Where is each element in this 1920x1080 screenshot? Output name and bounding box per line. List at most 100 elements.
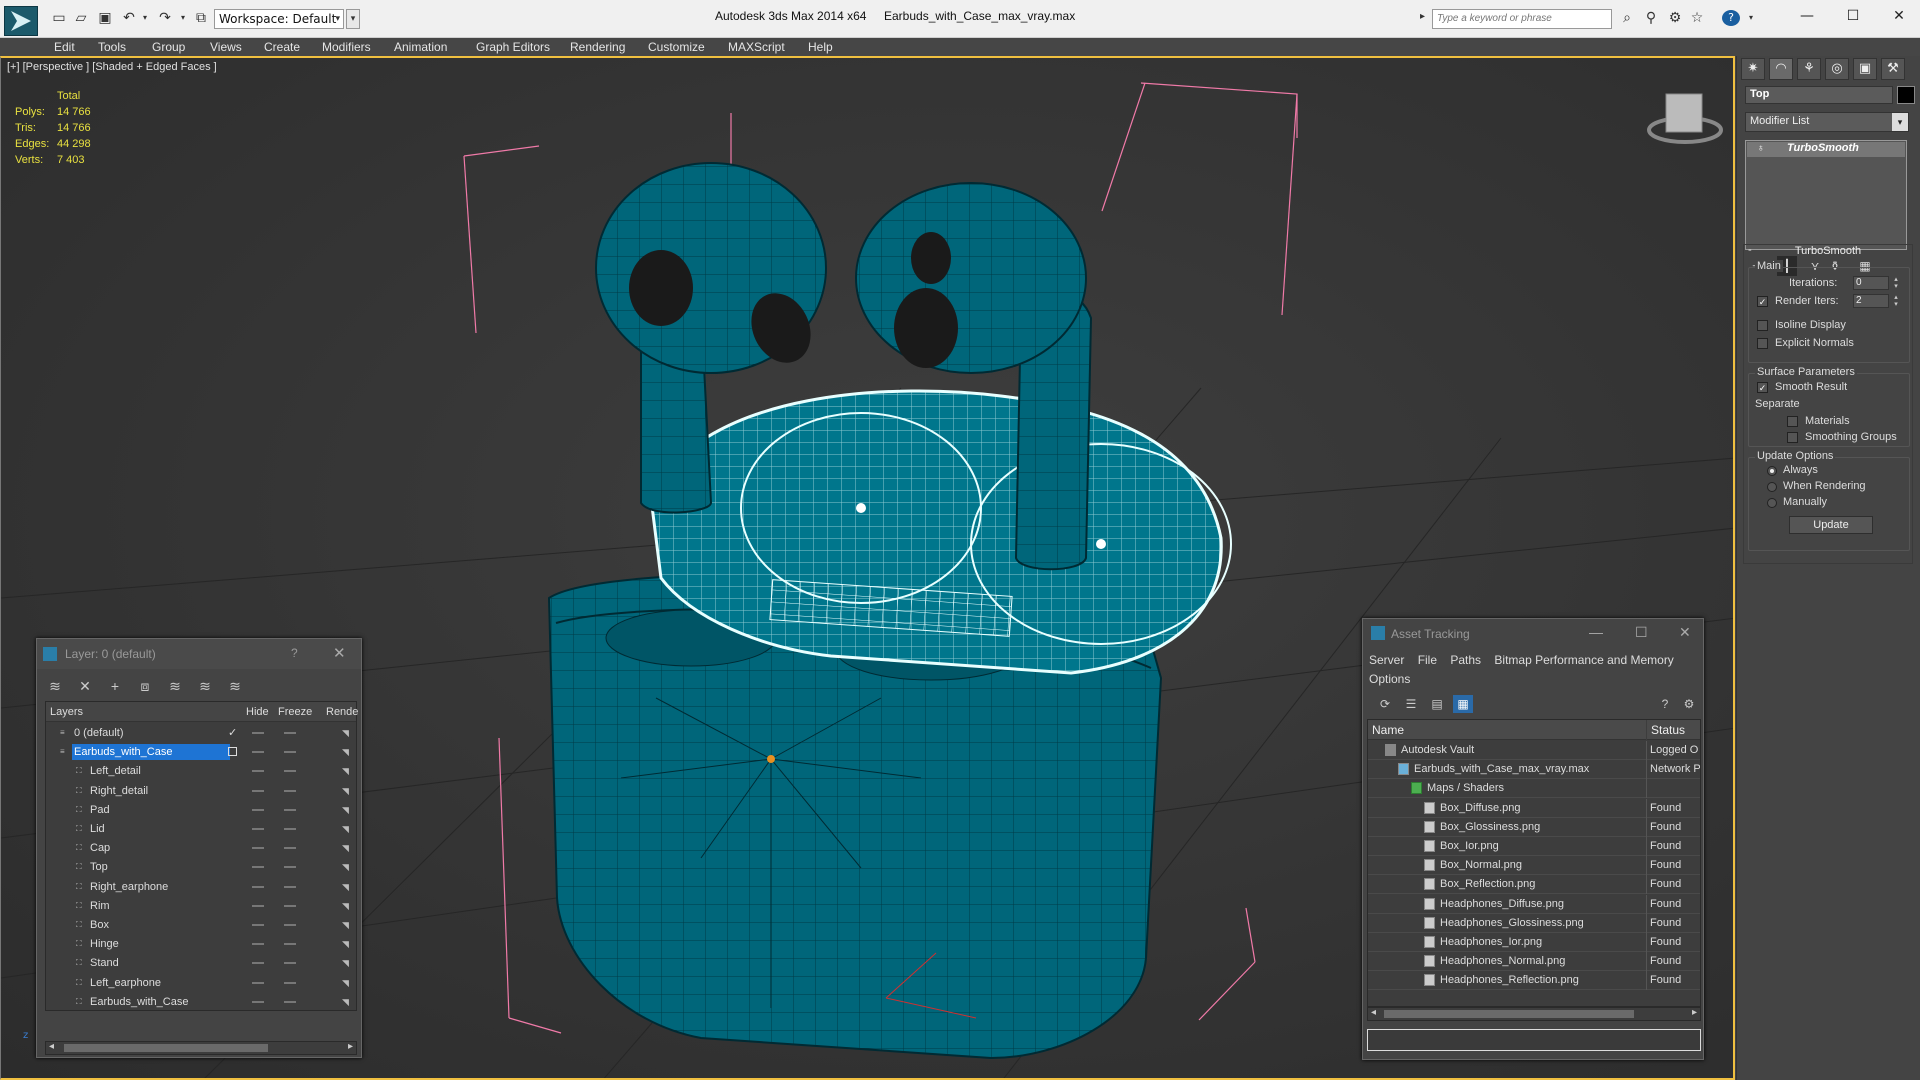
add-to-layer-icon[interactable]: + — [105, 677, 125, 695]
menu-customize[interactable]: Customize — [648, 40, 705, 54]
hide-all-layers-icon[interactable]: ≋ — [195, 677, 215, 695]
col-render[interactable]: Rende — [326, 706, 358, 718]
hide-toggle[interactable] — [252, 885, 264, 888]
layer-name[interactable]: Pad — [88, 802, 112, 818]
menu-graph-editors[interactable]: Graph Editors — [476, 40, 550, 54]
modify-icon[interactable]: ◠ — [1769, 58, 1793, 80]
modifier-list-dropdown[interactable]: Modifier List ▾ — [1745, 112, 1909, 132]
scroll-left-icon[interactable]: ◂ — [49, 1041, 54, 1052]
freeze-toggle[interactable] — [284, 808, 296, 811]
render-toggle-icon[interactable]: ◥ — [342, 882, 349, 893]
delete-layer-icon[interactable]: ✕ — [75, 677, 95, 695]
hide-toggle[interactable] — [252, 981, 264, 984]
always-radio[interactable] — [1767, 466, 1777, 476]
close-button[interactable]: ✕ — [1876, 4, 1920, 28]
freeze-toggle[interactable] — [284, 847, 296, 850]
asset-row[interactable]: Box_Diffuse.png Found — [1368, 798, 1700, 818]
save-icon[interactable]: ▣ — [96, 10, 114, 26]
dialog-header[interactable]: Layer: 0 (default) ? ✕ — [37, 639, 361, 669]
modifier-stack[interactable]: ♁ TurboSmooth — [1745, 140, 1907, 250]
display-icon[interactable]: ▣ — [1853, 58, 1877, 80]
hide-toggle[interactable] — [252, 789, 264, 792]
layer-row[interactable]: ⛶ Earbuds_with_Case ◥ — [46, 993, 356, 1012]
asset-list[interactable]: Name Status Autodesk Vault Logged O Earbud… — [1367, 719, 1701, 1007]
col-status[interactable]: Status — [1647, 720, 1700, 740]
hide-toggle[interactable] — [252, 770, 264, 773]
layer-name[interactable]: Hinge — [88, 936, 121, 952]
hide-toggle[interactable] — [252, 847, 264, 850]
hide-toggle[interactable] — [252, 962, 264, 965]
refresh-icon[interactable]: ⟳ — [1375, 695, 1395, 713]
rollout-header[interactable]: - TurboSmooth — [1744, 244, 1912, 259]
app-logo-icon[interactable] — [4, 6, 38, 36]
redo-icon[interactable]: ↷ — [156, 10, 174, 26]
viewport-label[interactable]: [+] [Perspective ] [Shaded + Edged Faces… — [7, 61, 217, 73]
render-toggle-icon[interactable]: ◥ — [342, 958, 349, 969]
layer-name[interactable]: Left_earphone — [88, 975, 163, 991]
binoculars-icon[interactable]: ⌕ — [1618, 10, 1636, 26]
freeze-toggle[interactable] — [284, 732, 296, 734]
smooth-result-checkbox[interactable]: ✓ — [1757, 382, 1768, 393]
asset-row[interactable]: Headphones_Glossiness.png Found — [1368, 913, 1700, 933]
highlight-layer-icon[interactable]: ≋ — [165, 677, 185, 695]
scroll-left-icon[interactable]: ◂ — [1371, 1007, 1376, 1018]
explicit-normals-checkbox[interactable] — [1757, 338, 1768, 349]
layer-row[interactable]: ⛶ Cap ◥ — [46, 839, 356, 858]
maximize-button[interactable]: ☐ — [1830, 4, 1876, 28]
layer-name[interactable]: Cap — [88, 840, 112, 856]
asset-row[interactable]: Box_Normal.png Found — [1368, 856, 1700, 876]
layer-row[interactable]: ⛶ Hinge ◥ — [46, 935, 356, 954]
layer-row[interactable]: ≡ Earbuds_with_Case ◥ — [46, 743, 356, 762]
hide-toggle[interactable] — [252, 866, 264, 869]
scroll-right-icon[interactable]: ▸ — [1692, 1007, 1697, 1018]
asset-row[interactable]: Box_Reflection.png Found — [1368, 875, 1700, 895]
lightbulb-icon[interactable]: ♁ — [1757, 143, 1765, 154]
asset-row[interactable]: Autodesk Vault Logged O — [1368, 741, 1700, 760]
help-icon[interactable]: ? — [1722, 10, 1740, 26]
menu-group[interactable]: Group — [152, 40, 185, 54]
layer-name[interactable]: Top — [88, 859, 110, 875]
freeze-toggle[interactable] — [284, 789, 296, 792]
isoline-display-checkbox[interactable] — [1757, 320, 1768, 331]
scroll-thumb[interactable] — [64, 1044, 268, 1052]
dialog-header[interactable]: Asset Tracking — ☐ ✕ — [1363, 619, 1703, 647]
when-rendering-radio[interactable] — [1767, 482, 1777, 492]
close-icon[interactable]: ✕ — [333, 644, 346, 662]
object-name-field[interactable]: Top — [1745, 86, 1893, 104]
menu-file[interactable]: File — [1418, 653, 1437, 667]
render-iters-checkbox[interactable]: ✓ — [1757, 296, 1768, 307]
minimize-button[interactable]: — — [1784, 4, 1830, 28]
layer-name[interactable]: Left_detail — [88, 763, 143, 779]
freeze-all-layers-icon[interactable]: ≋ — [225, 677, 245, 695]
layer-name[interactable]: Earbuds_with_Case — [72, 744, 230, 761]
help-dropdown-icon[interactable]: ▾ — [1742, 10, 1760, 26]
asset-row[interactable]: Maps / Shaders — [1368, 779, 1700, 799]
help-button[interactable]: ? — [291, 646, 298, 660]
materials-checkbox[interactable] — [1787, 416, 1798, 427]
asset-row[interactable]: Headphones_Normal.png Found — [1368, 952, 1700, 972]
subscription-icon[interactable]: ⚲ — [1642, 10, 1660, 26]
hide-toggle[interactable] — [252, 732, 264, 734]
layer-list[interactable]: Layers Hide Freeze Rende ≡ 0 (default) ✓ ◥ ≡… — [45, 701, 358, 1012]
layer-name[interactable]: Lid — [88, 821, 107, 837]
redo-dropdown-icon[interactable]: ▾ — [174, 10, 192, 26]
render-iters-spinner[interactable]: 2 — [1853, 294, 1889, 308]
hide-toggle[interactable] — [252, 808, 264, 811]
render-toggle-icon[interactable]: ◥ — [342, 786, 349, 797]
select-in-layer-icon[interactable]: ⧈ — [135, 677, 155, 695]
col-name[interactable]: Name — [1368, 720, 1646, 740]
search-expand-icon[interactable]: ▸ — [1420, 11, 1425, 22]
current-layer-check-icon[interactable]: ✓ — [228, 726, 237, 739]
layer-row[interactable]: ⛶ Right_detail ◥ — [46, 782, 356, 801]
update-button[interactable]: Update — [1789, 516, 1873, 534]
favorites-star-icon[interactable]: ☆ — [1688, 10, 1706, 26]
table-view-icon[interactable]: ▦ — [1453, 695, 1473, 713]
render-toggle-icon[interactable]: ◥ — [342, 997, 349, 1008]
freeze-toggle[interactable] — [284, 770, 296, 773]
layer-row[interactable]: ⛶ Right_earphone ◥ — [46, 878, 356, 897]
hide-toggle[interactable] — [252, 751, 264, 754]
menu-animation[interactable]: Animation — [394, 40, 447, 54]
col-freeze[interactable]: Freeze — [278, 706, 312, 718]
render-toggle-icon[interactable]: ◥ — [342, 805, 349, 816]
new-file-icon[interactable]: ▭ — [50, 10, 68, 26]
